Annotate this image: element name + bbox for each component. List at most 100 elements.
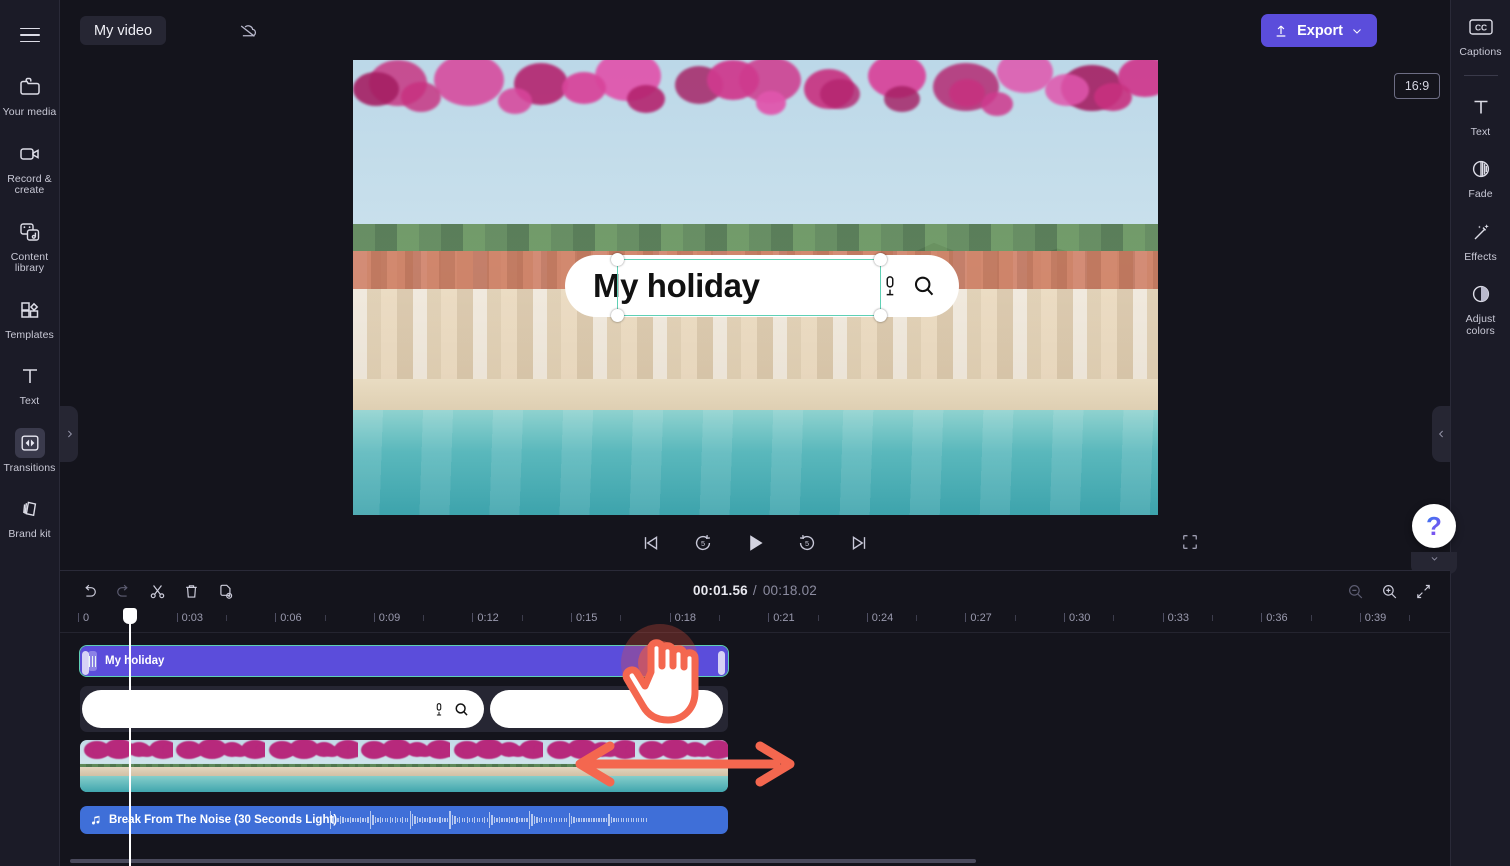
waveform-bar — [546, 818, 548, 822]
ruler-label: 0:33 — [1167, 612, 1190, 624]
playhead-knob[interactable] — [122, 608, 137, 624]
resize-handle-bottom-right[interactable] — [874, 309, 887, 322]
property-item-text[interactable]: Text — [1452, 92, 1510, 139]
waveform-bar — [332, 816, 334, 824]
text-selection-box[interactable] — [611, 253, 887, 322]
waveform-bar — [404, 818, 406, 822]
play-icon — [750, 534, 763, 551]
sidebar-item-text[interactable]: Text — [1, 361, 59, 408]
fit-timeline-button[interactable] — [1410, 578, 1436, 604]
track-text: My holiday — [60, 645, 1450, 677]
clip-drag-grip[interactable] — [88, 651, 97, 671]
ruler-label: 0:21 — [773, 612, 795, 624]
brand-kit-icon — [15, 494, 45, 524]
video-camera-icon — [15, 139, 45, 169]
sidebar-item-content-library[interactable]: Content library — [1, 217, 59, 275]
skip-to-end-button[interactable] — [844, 528, 874, 558]
property-item-fade[interactable]: Fade — [1452, 154, 1510, 201]
waveform-bar — [426, 818, 429, 822]
waveform-bar — [496, 818, 498, 822]
waveform-bar — [563, 818, 565, 822]
clip-trim-handle-left[interactable] — [82, 651, 89, 675]
cloud-off-icon[interactable] — [232, 16, 264, 45]
waveform-bar — [543, 818, 545, 822]
waveform-bar — [469, 818, 471, 822]
search-magnifier-icon[interactable] — [911, 273, 937, 299]
ruler-tick — [669, 613, 671, 622]
rewind-5-button[interactable]: 5 — [688, 528, 718, 558]
waveform-bar — [481, 818, 483, 822]
fullscreen-button[interactable] — [1175, 527, 1205, 557]
sidebar-item-record-create[interactable]: Record & create — [1, 139, 59, 197]
video-preview[interactable]: My holiday — [353, 60, 1158, 515]
timeline-ruler[interactable]: 0 0:03 0:06 0:09 0:12 0:15 0:18 0:21 0:24 0:27 0:3… — [60, 608, 1450, 633]
waveform-bar — [439, 817, 441, 823]
waveform-bar — [556, 818, 558, 822]
property-item-effects[interactable]: Effects — [1452, 217, 1510, 264]
waveform-bar — [610, 817, 613, 823]
waveform-bar — [364, 818, 367, 822]
thumbnail-flower — [555, 745, 574, 758]
resize-handle-top-left[interactable] — [611, 253, 624, 266]
sidebar-item-brand-kit[interactable]: Brand kit — [1, 494, 59, 541]
timeline-clip-audio[interactable]: Break From The Noise (30 Seconds Light) — [80, 806, 728, 834]
aspect-ratio-badge[interactable]: 16:9 — [1394, 73, 1440, 99]
waveform-bar — [436, 818, 439, 822]
resize-handle-bottom-left[interactable] — [611, 309, 624, 322]
effects-wand-icon — [1466, 217, 1496, 247]
ruler-minor-tick — [521, 615, 523, 621]
playhead[interactable] — [122, 608, 137, 866]
waveform-bar — [625, 818, 627, 822]
svg-text:5: 5 — [701, 539, 705, 548]
help-button[interactable]: ? — [1412, 504, 1456, 548]
waveform-bar — [533, 816, 536, 824]
forward-5-button[interactable]: 5 — [792, 528, 822, 558]
resize-handle-top-right[interactable] — [874, 253, 887, 266]
fullscreen-icon — [1183, 535, 1197, 549]
timeline-zoom-tools — [1342, 578, 1436, 604]
timeline-clip-graphic[interactable] — [80, 686, 728, 732]
property-item-captions[interactable]: CC Captions — [1452, 12, 1510, 59]
ruler-tick — [571, 613, 572, 622]
clip-trim-handle-right[interactable] — [718, 651, 725, 675]
export-button[interactable]: Export — [1261, 14, 1377, 47]
timeline-horizontal-scrollbar[interactable] — [70, 859, 976, 863]
waveform-bar — [575, 818, 578, 822]
waveform-bar — [334, 817, 337, 823]
waveform-bar — [531, 814, 533, 826]
video-thumbnail — [635, 740, 728, 792]
text-t-icon — [1466, 92, 1496, 122]
waveform-bar — [377, 818, 379, 822]
expand-right-panel-button[interactable] — [1432, 406, 1450, 462]
ruler-minor-tick — [620, 615, 622, 621]
waveform-bar — [566, 818, 568, 822]
waveform-bar — [330, 811, 332, 829]
play-button[interactable] — [740, 528, 770, 558]
timeline-clip-text[interactable]: My holiday — [79, 645, 729, 677]
property-item-adjust-colors[interactable]: Adjust colors — [1452, 279, 1510, 337]
waveform-bar — [600, 818, 603, 822]
hamburger-menu-icon[interactable] — [13, 18, 47, 52]
timecode-display: 00:01.56 / 00:18.02 — [60, 571, 1450, 609]
waveform-bar — [541, 817, 543, 823]
zoom-out-button[interactable] — [1342, 578, 1368, 604]
sidebar-item-your-media[interactable]: Your media — [1, 72, 59, 119]
timecode-separator: / — [752, 582, 757, 598]
ruler-label: 0:15 — [576, 612, 598, 624]
skip-to-start-button[interactable] — [636, 528, 666, 558]
thumbnail-flower — [509, 746, 526, 758]
expand-left-panel-button[interactable] — [60, 406, 78, 462]
timeline-clip-video[interactable] — [80, 740, 728, 792]
waveform-bar — [595, 818, 598, 822]
zoom-in-button[interactable] — [1376, 578, 1402, 604]
timeline-toolbar: 00:01.56 / 00:18.02 — [60, 570, 1450, 608]
ruler-label: 0:03 — [181, 612, 204, 624]
microphone-icon[interactable] — [879, 273, 901, 299]
waveform-bar — [359, 817, 362, 823]
waveform-bar — [613, 818, 615, 822]
sidebar-item-templates[interactable]: Templates — [1, 295, 59, 342]
sidebar-item-transitions[interactable]: Transitions — [1, 427, 59, 475]
project-title-button[interactable]: My video — [80, 16, 167, 45]
video-thumbnail — [357, 740, 451, 792]
waveform-bar — [354, 818, 357, 822]
